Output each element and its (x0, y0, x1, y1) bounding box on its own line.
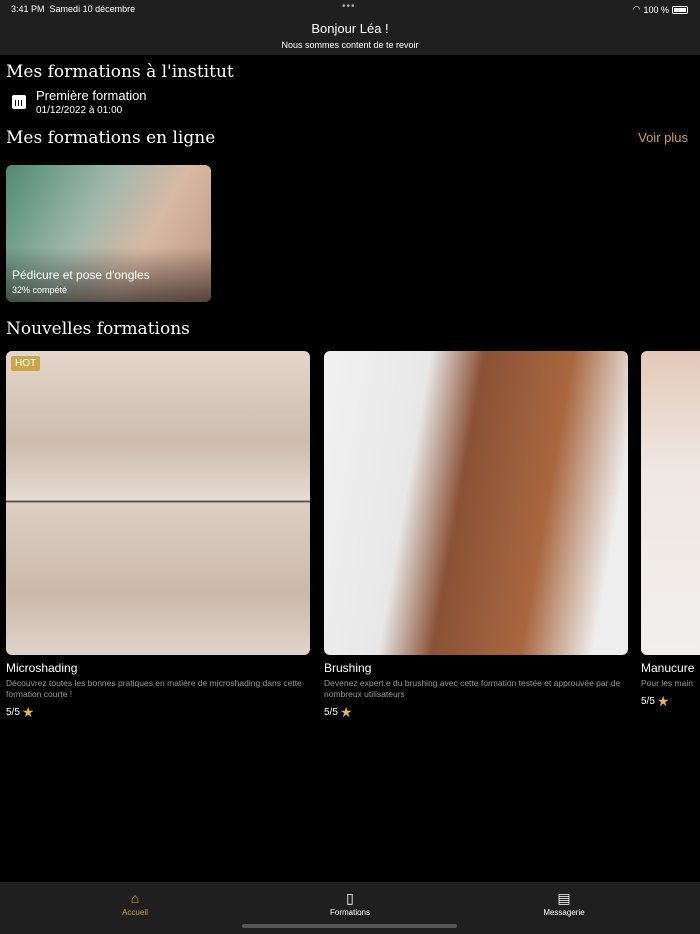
greeting: Bonjour Léa ! (311, 21, 389, 36)
tab-bar: ⌂ Accueil ▯ Formations ▤ Messagerie (0, 882, 700, 934)
voir-plus-link[interactable]: Voir plus (638, 130, 688, 145)
tab-accueil[interactable]: ⌂ Accueil (75, 890, 195, 917)
course-image: HOT (6, 351, 310, 655)
battery-icon (672, 5, 688, 14)
course-card[interactable]: Manucure Pour les main 5/5 ★ (641, 351, 700, 710)
course-image (641, 351, 700, 655)
online-course-card[interactable]: Pédicure et pose d'ongles 32% compété (6, 165, 211, 302)
course-rating: 5/5 (324, 707, 338, 718)
course-card[interactable]: HOT Microshading Découvrez toutes les bo… (6, 351, 310, 721)
course-title: Brushing (324, 661, 372, 675)
course-progress: 32% compété (12, 285, 68, 295)
course-title: Manucure (641, 661, 695, 675)
home-indicator[interactable] (242, 924, 457, 928)
wifi-icon: ◠ (632, 4, 641, 14)
course-name: Pédicure et pose d'ongles (12, 268, 150, 282)
tab-formations[interactable]: ▯ Formations (290, 890, 410, 917)
course-rating: 5/5 (641, 696, 655, 707)
institut-item[interactable]: Première formation 01/12/2022 à 01:00 (12, 88, 147, 116)
course-image (324, 351, 628, 655)
battery: ◠ 100 % (633, 4, 688, 15)
calendar-icon (12, 95, 26, 109)
star-icon: ★ (339, 704, 353, 720)
institut-item-date: 01/12/2022 à 01:00 (36, 105, 123, 116)
multitask-dots[interactable]: ••• (342, 1, 356, 12)
status-time: 3:41 PM Samedi 10 décembre (11, 4, 136, 14)
section-title-institut: Mes formations à l'institut (6, 62, 234, 82)
star-icon: ★ (21, 704, 35, 720)
greeting-subtitle: Nous sommes content de te revoir (281, 40, 419, 50)
home-icon: ⌂ (130, 890, 140, 906)
course-card[interactable]: Brushing Devenez expert.e du brushing av… (324, 351, 628, 721)
star-icon: ★ (656, 693, 670, 709)
message-icon: ▤ (557, 890, 571, 906)
course-desc: Pour les main (641, 678, 693, 688)
status-bar: 3:41 PM Samedi 10 décembre ••• ◠ 100 % (0, 0, 700, 18)
institut-item-name: Première formation (36, 88, 147, 103)
hot-badge: HOT (11, 356, 41, 371)
course-desc: Découvrez toutes les bonnes pratiques en… (6, 678, 302, 699)
tab-messagerie[interactable]: ▤ Messagerie (504, 890, 624, 917)
course-title: Microshading (6, 661, 78, 675)
header: Bonjour Léa ! Nous sommes content de te … (0, 18, 700, 55)
section-title-online: Mes formations en ligne (6, 128, 216, 148)
section-title-new: Nouvelles formations (6, 319, 190, 339)
course-rating: 5/5 (6, 707, 20, 718)
course-desc: Devenez expert.e du brushing avec cette … (324, 678, 621, 699)
book-icon: ▯ (346, 890, 354, 906)
